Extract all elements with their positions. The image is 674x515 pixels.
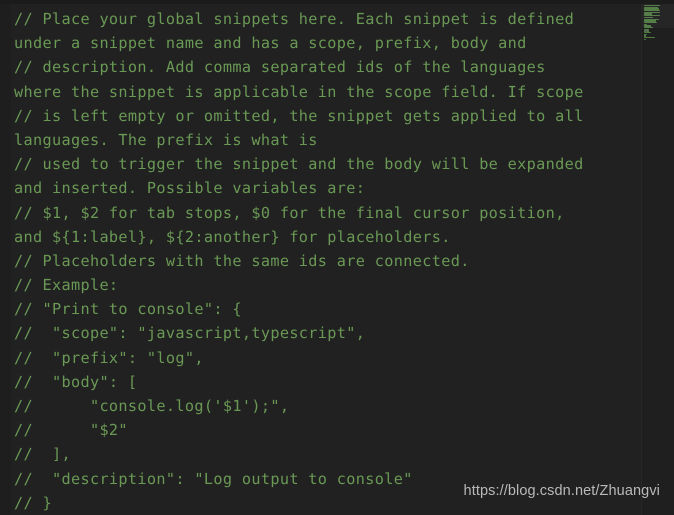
editor-gutter <box>0 4 11 515</box>
code-line[interactable]: and inserted. Possible variables are: <box>14 176 584 200</box>
minimap[interactable] <box>642 4 674 515</box>
code-line[interactable]: languages. The prefix is what is <box>14 128 584 152</box>
code-line-list: // Place your global snippets here. Each… <box>14 7 584 515</box>
code-line[interactable]: under a snippet name and has a scope, pr… <box>14 31 584 55</box>
code-line[interactable]: // "Print to console": { <box>14 297 584 321</box>
minimap-viewport-slider[interactable] <box>642 4 674 28</box>
minimap-cursor-tick <box>645 30 647 32</box>
code-line[interactable]: where the snippet is applicable in the s… <box>14 80 584 104</box>
code-line[interactable]: // Example: <box>14 273 584 297</box>
code-line[interactable]: // Place your global snippets here. Each… <box>14 7 584 31</box>
minimap-line <box>644 38 646 41</box>
code-line[interactable]: // "console.log('$1');", <box>14 394 584 418</box>
code-line[interactable]: // "body": [ <box>14 370 584 394</box>
code-line[interactable]: // ], <box>14 442 584 466</box>
code-line[interactable]: // is left empty or omitted, the snippet… <box>14 104 584 128</box>
code-line[interactable]: // "scope": "javascript,typescript", <box>14 321 584 345</box>
code-line[interactable]: // used to trigger the snippet and the b… <box>14 152 584 176</box>
code-editor-window: // Place your global snippets here. Each… <box>0 0 674 515</box>
code-line[interactable]: // description. Add comma separated ids … <box>14 55 584 79</box>
code-line[interactable]: // "$2" <box>14 418 584 442</box>
code-line[interactable]: and ${1:label}, ${2:another} for placeho… <box>14 225 584 249</box>
code-line[interactable]: // "prefix": "log", <box>14 346 584 370</box>
code-line[interactable]: // $1, $2 for tab stops, $0 for the fina… <box>14 201 584 225</box>
watermark-url: https://blog.csdn.net/Zhuangvi <box>463 483 660 499</box>
minimap-line <box>644 37 655 39</box>
code-content-area[interactable]: // Place your global snippets here. Each… <box>11 4 674 515</box>
code-line[interactable]: // Placeholders with the same ids are co… <box>14 249 584 273</box>
